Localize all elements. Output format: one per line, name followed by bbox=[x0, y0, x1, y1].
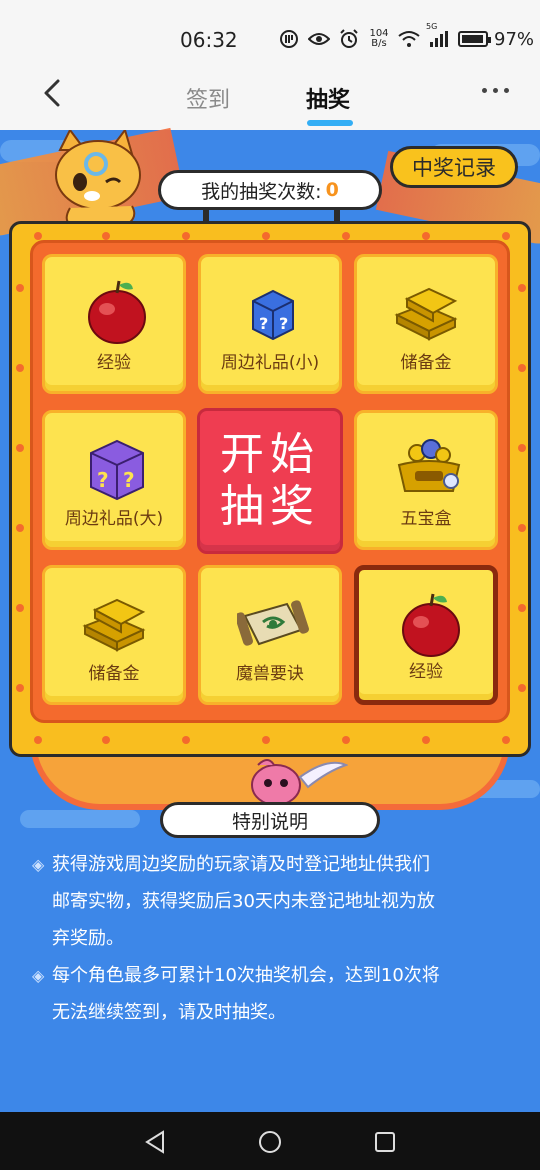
battery-icon bbox=[458, 31, 491, 47]
back-arrow-icon[interactable] bbox=[38, 78, 68, 108]
note-line: 每个角色最多可累计10次抽奖机会，达到10次将 bbox=[52, 965, 440, 986]
data-saver-icon bbox=[278, 28, 300, 50]
signal-icon: 5G bbox=[426, 22, 450, 50]
diamond-bullet-icon: ◈ bbox=[32, 966, 45, 985]
lottery-count-label: 我的抽奖次数: bbox=[201, 180, 322, 203]
prize-label: 经验 bbox=[409, 662, 443, 682]
prize-record-button[interactable]: 中奖记录 bbox=[390, 146, 518, 188]
fox-mascot-icon bbox=[55, 130, 141, 229]
wifi-icon bbox=[398, 28, 420, 50]
prize-cell-3: 储备金 bbox=[354, 254, 498, 394]
prize-cell-6: 储备金 bbox=[42, 565, 186, 705]
nav-back-icon[interactable] bbox=[143, 1130, 167, 1154]
note-item-2: ◈ 每个角色最多可累计10次抽奖机会，达到10次将 无法继续签到，请及时抽奖。 bbox=[32, 957, 512, 1031]
start-label-line1: 开始 bbox=[220, 429, 320, 480]
svg-text:?: ? bbox=[259, 314, 268, 333]
start-lottery-button[interactable]: 开始 抽奖 bbox=[197, 408, 343, 554]
note-line: 无法继续签到，请及时抽奖。 bbox=[52, 1002, 286, 1023]
pink-mascot-icon bbox=[251, 759, 348, 806]
special-note-title: 特别说明 bbox=[160, 802, 380, 838]
system-navigation-bar bbox=[0, 1112, 540, 1170]
net-speed: 104 B/s bbox=[368, 29, 390, 49]
prize-cell-5: 五宝盒 bbox=[354, 410, 498, 550]
tab-active-indicator bbox=[307, 120, 353, 126]
note-line: 获得游戏周边奖励的玩家请及时登记地址供我们 bbox=[52, 854, 430, 875]
more-options-icon[interactable] bbox=[482, 88, 509, 93]
prize-label: 储备金 bbox=[400, 353, 452, 373]
tab-checkin[interactable]: 签到 bbox=[186, 82, 230, 114]
prize-label: 储备金 bbox=[88, 664, 140, 684]
prize-cell-4: ? ? 周边礼品(大) bbox=[42, 410, 186, 550]
apple-icon bbox=[88, 280, 146, 344]
prize-label: 经验 bbox=[97, 353, 131, 373]
lottery-count-value: 0 bbox=[325, 179, 339, 201]
battery-percent: 97% bbox=[494, 28, 535, 50]
note-item-1: ◈ 获得游戏周边奖励的玩家请及时登记地址供我们 邮寄实物，获得奖励后30天内未登… bbox=[32, 846, 512, 957]
nav-home-icon[interactable] bbox=[258, 1130, 282, 1154]
tab-lottery[interactable]: 抽奖 bbox=[306, 82, 350, 114]
status-time: 06:32 bbox=[180, 28, 238, 52]
status-icons: 104 B/s 5G 97% bbox=[278, 22, 535, 50]
net-speed-unit: B/s bbox=[371, 38, 387, 49]
svg-text:?: ? bbox=[123, 468, 135, 492]
large-mystery-box-icon: ? ? bbox=[90, 439, 144, 501]
gold-bars-icon bbox=[394, 287, 458, 341]
prize-label: 五宝盒 bbox=[400, 509, 452, 529]
prize-label: 魔兽要诀 bbox=[236, 664, 304, 684]
apple-icon bbox=[402, 593, 460, 657]
network-type: 5G bbox=[426, 22, 438, 31]
prize-cell-7: 魔兽要诀 bbox=[198, 565, 342, 705]
prize-label: 周边礼品(小) bbox=[220, 353, 320, 373]
lottery-count: 我的抽奖次数: 0 bbox=[158, 170, 382, 210]
prize-cell-1: 经验 bbox=[42, 254, 186, 394]
alarm-icon bbox=[338, 28, 360, 50]
diamond-bullet-icon: ◈ bbox=[32, 855, 45, 874]
prize-cell-8-selected: 经验 bbox=[354, 565, 498, 705]
prize-cell-2: ? ? 周边礼品(小) bbox=[198, 254, 342, 394]
eye-icon bbox=[308, 28, 330, 50]
svg-text:?: ? bbox=[97, 468, 109, 492]
scroll-icon bbox=[237, 600, 309, 646]
note-line: 邮寄实物，获得奖励后30天内未登记地址视为放 bbox=[52, 891, 435, 912]
gold-bars-icon bbox=[82, 598, 146, 652]
prize-label: 周边礼品(大) bbox=[64, 509, 164, 529]
nav-recents-icon[interactable] bbox=[373, 1130, 397, 1154]
svg-text:?: ? bbox=[279, 314, 288, 333]
nav-bar: 签到 抽奖 bbox=[0, 60, 540, 130]
small-mystery-box-icon: ? ? bbox=[252, 289, 294, 341]
start-label-line2: 抽奖 bbox=[220, 481, 320, 532]
treasure-chest-icon bbox=[397, 439, 461, 492]
note-line: 弃奖励。 bbox=[52, 928, 124, 949]
